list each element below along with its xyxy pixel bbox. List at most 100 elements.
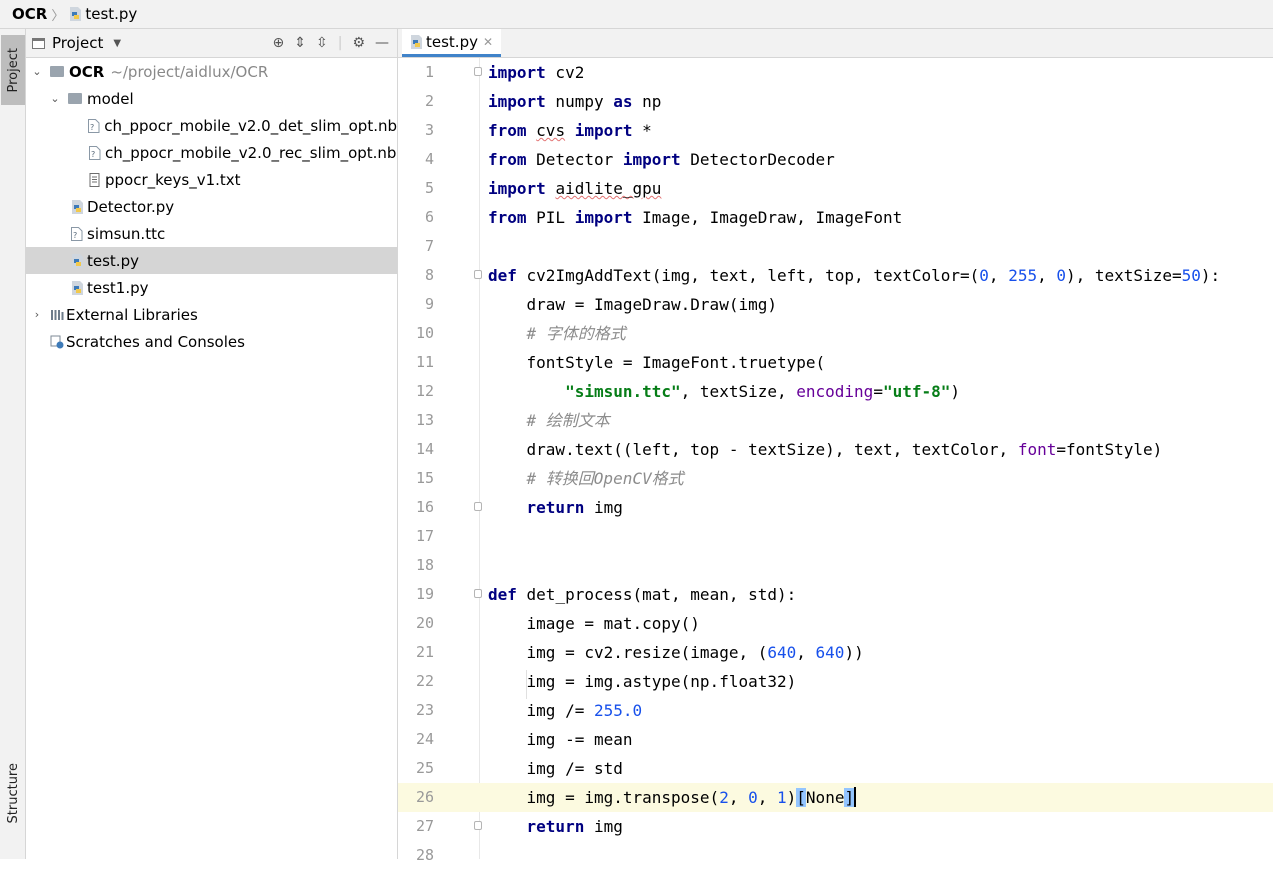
project-tool-tab-label: Project [5,47,21,93]
code-text: def cv2ImgAddText(img, text, left, top, … [488,266,1221,285]
line-number: 25 [415,759,434,777]
tree-item-scratches[interactable]: Scratches and Consoles [26,328,397,355]
folder-icon [68,93,82,104]
python-file-icon [71,280,83,295]
code-line[interactable]: 15 # 转换回OpenCV格式 [398,464,1273,493]
breadcrumb-file[interactable]: test.py [85,5,137,23]
code-text: draw = ImageDraw.Draw(img) [488,295,777,314]
code-line[interactable]: 21 img = cv2.resize(image, (640, 640)) [398,638,1273,667]
line-number: 15 [415,469,434,487]
code-text: import numpy as np [488,92,662,111]
code-line[interactable]: 4 from Detector import DetectorDecoder [398,145,1273,174]
fold-marker-icon[interactable] [474,270,482,279]
chevron-right-icon[interactable]: › [30,308,44,321]
close-icon[interactable]: ✕ [483,35,493,49]
folder-icon [50,66,64,77]
line-number: 22 [415,672,434,690]
code-line[interactable]: 16 return img [398,493,1273,522]
code-line[interactable]: 10 # 字体的格式 [398,319,1273,348]
tree-item-det-model[interactable]: ? ch_ppocr_mobile_v2.0_det_slim_opt.nb [26,112,397,139]
tree-item-label: Scratches and Consoles [66,332,245,351]
code-line[interactable]: 24 img -= mean [398,725,1273,754]
code-line[interactable]: 28 [398,841,1273,870]
line-number: 14 [415,440,434,458]
line-number: 20 [415,614,434,632]
code-line[interactable]: 17 [398,522,1273,551]
line-number: 5 [424,179,434,197]
chevron-down-icon[interactable]: ⌄ [48,92,62,105]
tab-test-py[interactable]: test.py ✕ [402,29,502,57]
structure-tool-tab[interactable]: Structure [1,751,25,836]
tree-item-test[interactable]: test.py [26,247,397,274]
code-line[interactable]: 12 "simsun.ttc", textSize, encoding="utf… [398,377,1273,406]
fold-marker-icon[interactable] [474,821,482,830]
tree-item-model[interactable]: ⌄ model [26,85,397,112]
code-line[interactable]: 26 img = img.transpose(2, 0, 1)[None] [398,783,1273,812]
tree-item-label: test1.py [87,278,149,297]
code-line[interactable]: 14 draw.text((left, top - textSize), tex… [398,435,1273,464]
project-view-selector[interactable]: Project ▼ [32,34,121,52]
code-text: draw.text((left, top - textSize), text, … [488,440,1163,459]
code-line[interactable]: 8 def cv2ImgAddText(img, text, left, top,… [398,261,1273,290]
code-line[interactable]: 25 img /= std [398,754,1273,783]
tree-item-label: External Libraries [66,305,198,324]
tree-item-detector[interactable]: Detector.py [26,193,397,220]
tree-item-label: Detector.py [87,197,175,216]
unknown-file-icon: ? [88,118,100,133]
tree-item-external-libraries[interactable]: › External Libraries [26,301,397,328]
code-text: from Detector import DetectorDecoder [488,150,835,169]
code-text: # 绘制文本 [526,411,610,430]
tree-item-label: ch_ppocr_mobile_v2.0_det_slim_opt.nb [104,116,397,135]
code-line[interactable]: 22 img = img.astype(np.float32) [398,667,1273,696]
tree-item-simsun[interactable]: ? simsun.ttc [26,220,397,247]
tree-item-path: ~/project/aidlux/OCR [110,62,269,81]
project-panel-header: Project ▼ ⊕ ⇕ ⇳ | ⚙ — [26,29,397,58]
line-number: 1 [424,63,434,81]
svg-text:?: ? [90,123,94,132]
tree-item-label: test.py [87,251,139,270]
code-line[interactable]: 13 # 绘制文本 [398,406,1273,435]
breadcrumb: OCR 〉 test.py [0,0,1273,29]
code-line[interactable]: 19 def det_process(mat, mean, std): [398,580,1273,609]
fold-marker-icon[interactable] [474,589,482,598]
code-text: def det_process(mat, mean, std): [488,585,797,604]
code-line[interactable]: 27 return img [398,812,1273,841]
fold-marker-icon[interactable] [474,502,482,511]
line-number: 13 [415,411,434,429]
code-area[interactable]: 1 import cv2 2 import numpy as np 3 from cvs … [398,58,1273,864]
code-text: img = img.transpose(2, 0, 1)[None] [488,787,857,807]
code-line[interactable]: 6 from PIL import Image, ImageDraw, Image… [398,203,1273,232]
tree-item-keys[interactable]: ppocr_keys_v1.txt [26,166,397,193]
code-line[interactable]: 23 img /= 255.0 [398,696,1273,725]
tree-item-ocr[interactable]: ⌄ OCR ~/project/aidlux/OCR [26,58,397,85]
breadcrumb-project[interactable]: OCR [12,5,47,23]
project-panel: Project ▼ ⊕ ⇕ ⇳ | ⚙ — ⌄ OCR ~/project/ai… [26,29,398,859]
line-number: 17 [415,527,434,545]
code-text: image = mat.copy() [488,614,700,633]
fold-marker-icon[interactable] [474,67,482,76]
locate-icon[interactable]: ⊕ [273,35,285,51]
project-window-icon [32,37,45,49]
tree-item-rec-model[interactable]: ? ch_ppocr_mobile_v2.0_rec_slim_opt.nb [26,139,397,166]
expand-all-icon[interactable]: ⇕ [294,35,306,51]
minimize-icon[interactable]: — [375,35,389,51]
line-number: 6 [424,208,434,226]
code-line[interactable]: 2 import numpy as np [398,87,1273,116]
collapse-all-icon[interactable]: ⇳ [316,35,328,51]
code-line[interactable]: 7 [398,232,1273,261]
tree-item-test1[interactable]: test1.py [26,274,397,301]
python-file-icon [69,7,82,21]
project-tool-tab[interactable]: Project [1,35,25,105]
code-line[interactable]: 20 image = mat.copy() [398,609,1273,638]
code-line[interactable]: 1 import cv2 [398,58,1273,87]
python-file-icon [410,34,423,49]
project-panel-title: Project [52,34,104,52]
chevron-down-icon[interactable]: ⌄ [30,65,44,78]
code-line[interactable]: 11 fontStyle = ImageFont.truetype( [398,348,1273,377]
code-line[interactable]: 18 [398,551,1273,580]
gear-icon[interactable]: ⚙ [352,35,365,51]
code-line[interactable]: 3 from cvs import * [398,116,1273,145]
code-line[interactable]: 9 draw = ImageDraw.Draw(img) [398,290,1273,319]
code-line[interactable]: 5 import aidlite_gpu [398,174,1273,203]
line-number: 10 [415,324,434,342]
